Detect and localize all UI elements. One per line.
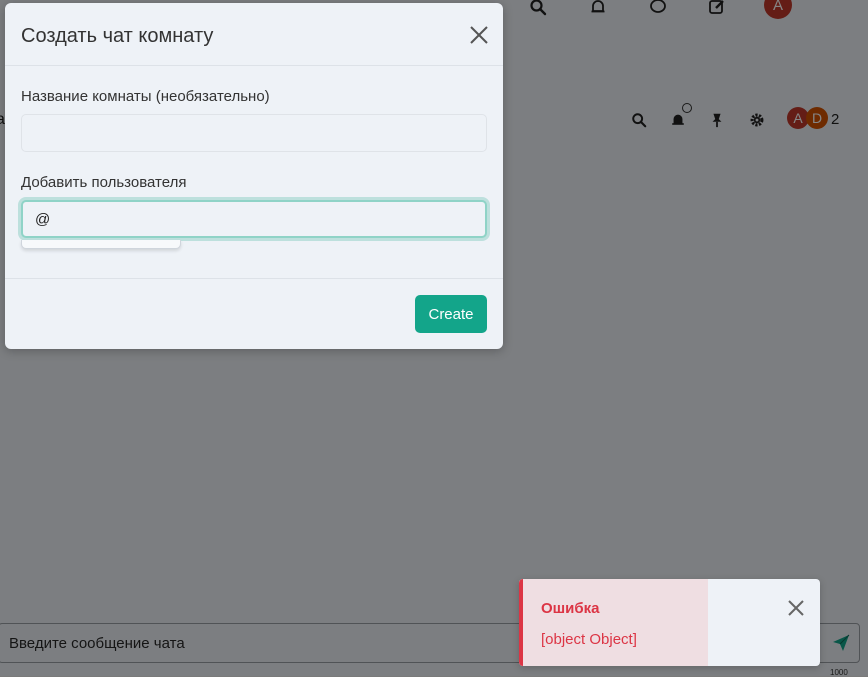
toast-title: Ошибка — [541, 600, 600, 617]
room-name-label: Название комнаты (необязательно) — [21, 88, 270, 105]
close-icon[interactable] — [467, 23, 491, 47]
room-name-input[interactable] — [21, 114, 487, 152]
toast-message: [object Object] — [541, 631, 637, 648]
header-divider — [5, 65, 503, 66]
error-toast: Ошибка [object Object] — [519, 579, 820, 666]
footer-divider — [5, 278, 503, 279]
modal-title: Создать чат комнату — [21, 25, 214, 47]
create-button[interactable]: Create — [415, 295, 487, 333]
user-suggestions-dropdown[interactable] — [21, 240, 181, 249]
toast-body — [519, 579, 708, 666]
add-user-label: Добавить пользователя — [21, 174, 187, 191]
close-icon[interactable] — [785, 597, 807, 619]
create-room-modal: Создать чат комнату Название комнаты (не… — [5, 3, 503, 349]
add-user-input[interactable] — [21, 200, 487, 238]
toast-accent-bar — [519, 579, 523, 666]
